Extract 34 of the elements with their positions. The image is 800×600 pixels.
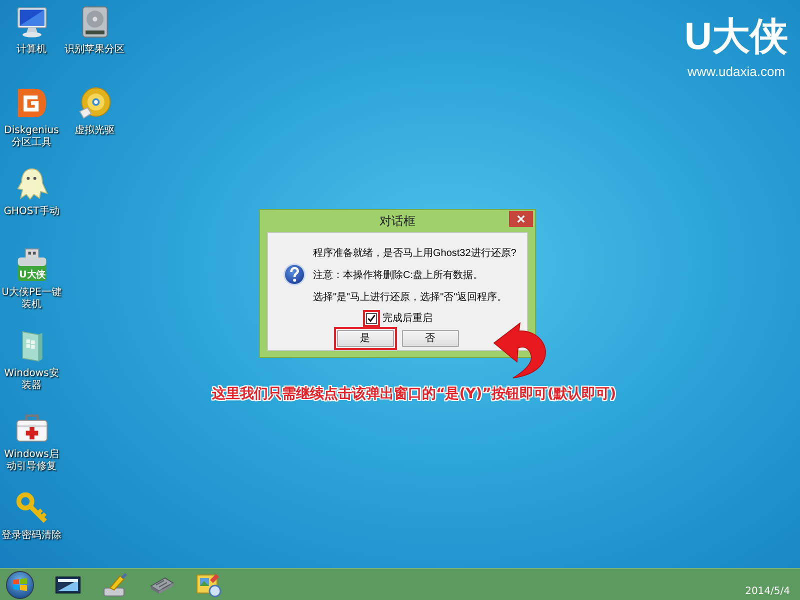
close-button[interactable] xyxy=(509,211,533,227)
check-icon xyxy=(366,314,376,323)
question-icon xyxy=(283,263,306,286)
wallpaper-logo-text: U大侠 xyxy=(684,15,788,60)
desktop-icon-label[interactable]: GHOST手动 xyxy=(0,206,63,218)
dialog-button[interactable]: 是 xyxy=(336,330,394,347)
close-icon xyxy=(517,215,525,223)
desktop-icon-label[interactable]: 登录密码清除 xyxy=(0,530,63,542)
pointer-arrow xyxy=(494,322,546,378)
desktop-icon-label[interactable]: U大侠PE一键装机 xyxy=(0,287,63,311)
dialog-title: 对话框 xyxy=(380,213,416,230)
desktop-icon-label[interactable]: Windows启动引导修复 xyxy=(0,449,63,473)
ghost-icon[interactable] xyxy=(14,167,48,201)
annotation-text: 这里我们只需继续点击该弹出窗口的“是(Y)”按钮即可(默认即可) xyxy=(212,385,616,403)
message-text: 选择"是"马上进行还原，选择"否"返回程序。 xyxy=(313,290,508,305)
key-icon[interactable] xyxy=(14,491,48,525)
clock-date[interactable]: 2014/5/4 xyxy=(745,586,790,598)
restart-checkbox[interactable] xyxy=(366,313,376,324)
usb-badge-text: U大侠 xyxy=(18,269,44,280)
wallpaper-url-text: www.udaxia.com xyxy=(688,64,786,80)
disc-icon[interactable] xyxy=(78,86,112,120)
desktop-icon-label[interactable]: 计算机 xyxy=(0,44,63,56)
computer-icon[interactable] xyxy=(14,5,48,39)
dialog-button[interactable]: 否 xyxy=(402,330,458,347)
checkbox-label[interactable]: 完成后重启 xyxy=(382,312,432,326)
desktop-icon-label[interactable]: 识别苹果分区 xyxy=(63,44,126,56)
start-button[interactable] xyxy=(6,570,34,598)
message-text: 程序准备就绪，是否马上用Ghost32进行还原? xyxy=(313,246,516,261)
message-text: 注意：本操作将删除C:盘上所有数据。 xyxy=(313,268,484,283)
desktop-icon-label[interactable]: Diskgenius分区工具 xyxy=(0,125,63,149)
pictures-icon[interactable] xyxy=(196,572,222,598)
brush-icon[interactable] xyxy=(102,572,128,598)
desktop-icon-label[interactable]: Windows安装器 xyxy=(0,368,63,392)
desktop-icon-label[interactable]: 虚拟光驱 xyxy=(63,125,126,137)
